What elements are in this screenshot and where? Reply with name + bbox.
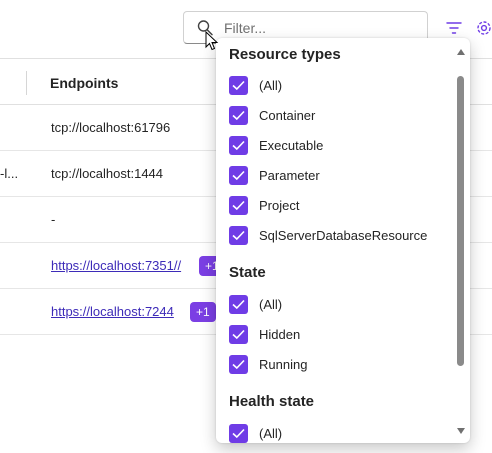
checkbox-resource-all[interactable]: (All): [229, 75, 454, 97]
scrollbar-thumb[interactable]: [457, 76, 464, 366]
checkbox-resource-parameter[interactable]: Parameter: [229, 165, 454, 187]
filter-dropdown[interactable]: Resource types (All) Container Executabl…: [216, 38, 470, 443]
endpoint-cell: tcp://localhost:61796: [51, 120, 171, 135]
option-label: Container: [259, 108, 316, 123]
column-header-endpoints[interactable]: Endpoints: [50, 75, 118, 91]
checkbox-resource-executable[interactable]: Executable: [229, 135, 454, 157]
option-label: Project: [259, 198, 300, 213]
option-label: (All): [259, 426, 283, 441]
checkbox-checked-icon[interactable]: [229, 226, 248, 245]
endpoint-cell: -: [51, 212, 56, 227]
checkbox-checked-icon[interactable]: [229, 76, 248, 95]
funnel-icon[interactable]: [444, 18, 464, 38]
checkbox-checked-icon[interactable]: [229, 196, 248, 215]
option-label: (All): [259, 297, 283, 312]
option-label: (All): [259, 78, 283, 93]
column-separator[interactable]: [26, 71, 27, 95]
scroll-up-arrow-icon[interactable]: [456, 48, 466, 56]
truncated-cell: -l...: [0, 166, 19, 181]
option-label: Executable: [259, 138, 324, 153]
group-title-health-state: Health state: [229, 393, 315, 410]
gear-icon[interactable]: [474, 18, 492, 38]
checkbox-checked-icon[interactable]: [229, 166, 248, 185]
checkbox-checked-icon[interactable]: [229, 325, 248, 344]
group-title-resource-types: Resource types: [229, 46, 341, 63]
filter-input[interactable]: [224, 18, 414, 38]
scroll-down-arrow-icon[interactable]: [456, 427, 466, 435]
group-title-state: State: [229, 264, 266, 281]
checkbox-resource-sqlserverdatabase[interactable]: SqlServerDatabaseResource: [229, 225, 454, 247]
endpoint-cell: tcp://localhost:1444: [51, 166, 164, 181]
checkbox-state-running[interactable]: Running: [229, 354, 454, 376]
checkbox-checked-icon[interactable]: [229, 106, 248, 125]
option-label: Hidden: [259, 327, 301, 342]
checkbox-checked-icon[interactable]: [229, 424, 248, 443]
option-label: Running: [259, 357, 308, 372]
checkbox-state-hidden[interactable]: Hidden: [229, 324, 454, 346]
checkbox-checked-icon[interactable]: [229, 136, 248, 155]
checkbox-resource-project[interactable]: Project: [229, 195, 454, 217]
endpoint-link[interactable]: https://localhost:7244: [51, 304, 174, 319]
option-label: Parameter: [259, 168, 320, 183]
checkbox-health-all[interactable]: (All): [229, 423, 454, 443]
checkbox-checked-icon[interactable]: [229, 355, 248, 374]
checkbox-resource-container[interactable]: Container: [229, 105, 454, 127]
option-label: SqlServerDatabaseResource: [259, 228, 428, 243]
checkbox-state-all[interactable]: (All): [229, 294, 454, 316]
endpoint-link[interactable]: https://localhost:7351//: [51, 258, 181, 273]
more-endpoints-badge[interactable]: +1: [190, 302, 216, 322]
checkbox-checked-icon[interactable]: [229, 295, 248, 314]
mouse-cursor-icon: [205, 31, 219, 51]
